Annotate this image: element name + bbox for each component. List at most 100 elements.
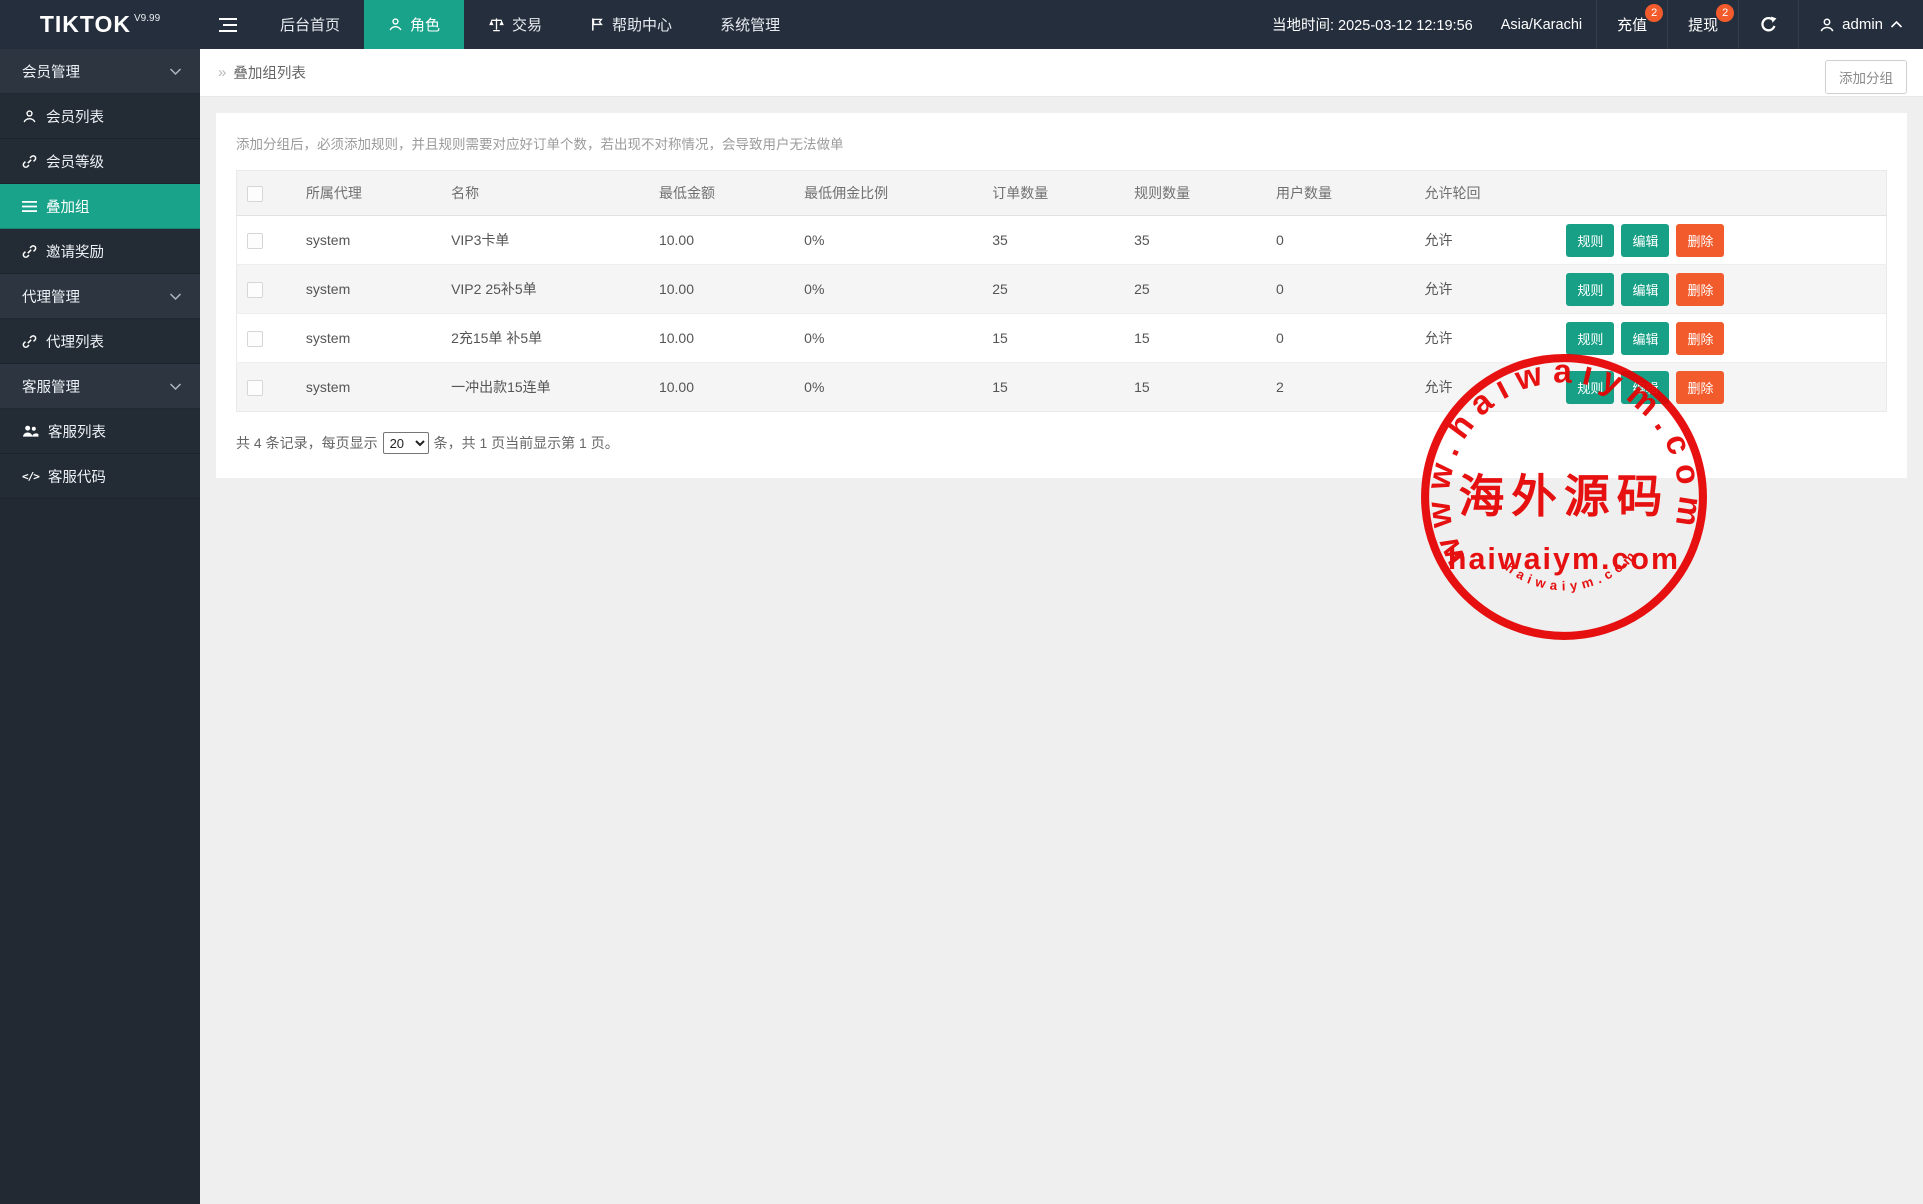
- username: admin: [1842, 16, 1883, 33]
- column-header: 最低佣金比例: [794, 171, 982, 216]
- nav-item-3[interactable]: 帮助中心: [566, 0, 696, 49]
- nav-item-4[interactable]: 系统管理: [696, 0, 804, 49]
- edit-button[interactable]: 编辑: [1621, 273, 1669, 306]
- sidebar-item-2[interactable]: 会员等级: [0, 139, 200, 184]
- cell-min_commission: 0%: [794, 314, 982, 363]
- cell-rules: 15: [1124, 363, 1266, 412]
- sidebar-item-label: 会员列表: [46, 106, 104, 127]
- rule-button[interactable]: 规则: [1566, 322, 1614, 355]
- nav-item-1[interactable]: 角色: [364, 0, 464, 49]
- sidebar-group-0[interactable]: 会员管理: [0, 49, 200, 94]
- sidebar-item-8[interactable]: 客服列表: [0, 409, 200, 454]
- withdraw-button[interactable]: 提现 2: [1667, 0, 1738, 49]
- brand-logo[interactable]: TIKTOK V9.99: [0, 0, 200, 49]
- row-select-cell: [237, 216, 296, 265]
- main-content: » 叠加组列表 添加分组 添加分组后，必须添加规则，并且规则需要对应好订单个数，…: [200, 49, 1923, 1204]
- nav-item-0[interactable]: 后台首页: [256, 0, 364, 49]
- row-checkbox[interactable]: [247, 282, 263, 298]
- brand-text: TIKTOK: [40, 11, 131, 38]
- withdraw-label: 提现: [1688, 14, 1718, 35]
- user-menu[interactable]: admin: [1798, 0, 1923, 49]
- link-icon: [22, 334, 37, 349]
- sidebar-item-label: 代理列表: [46, 331, 104, 352]
- rule-button[interactable]: 规则: [1566, 273, 1614, 306]
- cell-orders: 15: [982, 363, 1124, 412]
- cell-name: 2充15单 补5单: [441, 314, 649, 363]
- sidebar-item-3[interactable]: 叠加组: [0, 184, 200, 229]
- row-checkbox[interactable]: [247, 233, 263, 249]
- sidebar-item-1[interactable]: 会员列表: [0, 94, 200, 139]
- refresh-icon: [1759, 15, 1778, 34]
- cell-loop: 允许: [1415, 216, 1557, 265]
- nav-item-label: 系统管理: [720, 14, 780, 35]
- sidebar-item-4[interactable]: 邀请奖励: [0, 229, 200, 274]
- page-title: 叠加组列表: [233, 62, 306, 83]
- edit-button[interactable]: 编辑: [1621, 371, 1669, 404]
- row-checkbox[interactable]: [247, 380, 263, 396]
- sidebar-item-label: 邀请奖励: [46, 241, 104, 262]
- cell-min_amount: 10.00: [649, 363, 794, 412]
- sidebar: 会员管理会员列表会员等级叠加组邀请奖励代理管理代理列表客服管理客服列表 </> 客服…: [0, 49, 200, 1204]
- nav-item-2[interactable]: 交易: [464, 0, 566, 49]
- table-row: system2充15单 补5单10.000%15150允许规则编辑删除: [237, 314, 1887, 363]
- pagination-prefix: 共 4 条记录，每页显示: [236, 433, 378, 453]
- breadcrumb-icon: »: [218, 64, 226, 81]
- rule-button[interactable]: 规则: [1566, 224, 1614, 257]
- pagination-suffix: 条，共 1 页当前显示第 1 页。: [434, 433, 619, 453]
- top-navbar: TIKTOK V9.99 后台首页 角色 交易 帮助中心 系统管理 当地时间: 2025…: [0, 0, 1923, 49]
- rule-button[interactable]: 规则: [1566, 371, 1614, 404]
- cell-rules: 25: [1124, 265, 1266, 314]
- brand-version: V9.99: [134, 13, 160, 24]
- sidebar-item-9[interactable]: </> 客服代码: [0, 454, 200, 499]
- row-actions: 规则编辑删除: [1556, 363, 1886, 412]
- cell-orders: 25: [982, 265, 1124, 314]
- delete-button[interactable]: 删除: [1676, 371, 1724, 404]
- refresh-button[interactable]: [1738, 0, 1798, 49]
- delete-button[interactable]: 删除: [1676, 224, 1724, 257]
- cell-users: 0: [1266, 265, 1415, 314]
- row-actions: 规则编辑删除: [1556, 314, 1886, 363]
- page-size-select[interactable]: 20: [383, 432, 429, 454]
- recharge-button[interactable]: 充值 2: [1596, 0, 1667, 49]
- delete-button[interactable]: 删除: [1676, 322, 1724, 355]
- code-icon: </>: [22, 468, 39, 484]
- add-group-button[interactable]: 添加分组: [1825, 60, 1907, 94]
- column-header: 所属代理: [296, 171, 441, 216]
- delete-button[interactable]: 删除: [1676, 273, 1724, 306]
- column-header: 最低金额: [649, 171, 794, 216]
- cell-min_commission: 0%: [794, 363, 982, 412]
- sidebar-group-5[interactable]: 代理管理: [0, 274, 200, 319]
- sidebar-group-label: 代理管理: [22, 286, 80, 307]
- sidebar-group-7[interactable]: 客服管理: [0, 364, 200, 409]
- sidebar-item-label: 客服代码: [48, 466, 106, 487]
- cell-name: 一冲出款15连单: [441, 363, 649, 412]
- nav-item-label: 帮助中心: [612, 14, 672, 35]
- person-icon: [22, 109, 37, 124]
- row-checkbox[interactable]: [247, 331, 263, 347]
- column-header: 规则数量: [1124, 171, 1266, 216]
- recharge-badge: 2: [1645, 4, 1663, 22]
- edit-button[interactable]: 编辑: [1621, 322, 1669, 355]
- sidebar-toggle-button[interactable]: [200, 0, 256, 49]
- hint-text: 添加分组后，必须添加规则，并且规则需要对应好订单个数，若出现不对称情况，会导致用…: [236, 133, 1887, 153]
- withdraw-badge: 2: [1716, 4, 1734, 22]
- pagination: 共 4 条记录，每页显示 20 条，共 1 页当前显示第 1 页。: [236, 432, 1887, 454]
- cell-rules: 15: [1124, 314, 1266, 363]
- cell-name: VIP3卡单: [441, 216, 649, 265]
- nav-item-label: 交易: [512, 14, 542, 35]
- nav-item-label: 角色: [410, 14, 440, 35]
- nav-item-label: 后台首页: [280, 14, 340, 35]
- chevron-down-icon: [169, 67, 182, 76]
- cell-orders: 15: [982, 314, 1124, 363]
- edit-button[interactable]: 编辑: [1621, 224, 1669, 257]
- cell-loop: 允许: [1415, 314, 1557, 363]
- users-icon: [22, 424, 39, 438]
- row-actions: 规则编辑删除: [1556, 265, 1886, 314]
- cell-loop: 允许: [1415, 363, 1557, 412]
- select-all-checkbox[interactable]: [247, 186, 263, 202]
- local-time: 当地时间: 2025-03-12 12:19:56: [1258, 0, 1487, 49]
- cell-name: VIP2 25补5单: [441, 265, 649, 314]
- recharge-label: 充值: [1617, 14, 1647, 35]
- sidebar-item-6[interactable]: 代理列表: [0, 319, 200, 364]
- link-icon: [22, 244, 37, 259]
